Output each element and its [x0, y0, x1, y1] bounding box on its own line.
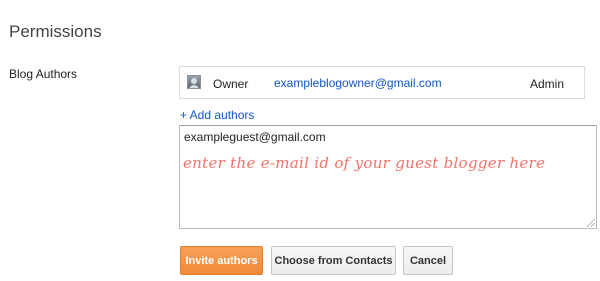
cancel-button[interactable]: Cancel: [403, 246, 453, 275]
author-role: Owner: [213, 77, 249, 91]
invite-email-value: exampleguest@gmail.com: [184, 130, 326, 144]
avatar-icon: [187, 75, 201, 89]
page-title: Permissions: [9, 22, 102, 41]
add-authors-link[interactable]: + Add authors: [180, 108, 254, 122]
authors-table: Owner exampleblogowner@gmail.com Admin: [179, 66, 585, 99]
invite-authors-button[interactable]: Invite authors: [180, 246, 263, 275]
invite-email-textarea[interactable]: exampleguest@gmail.com: [179, 125, 597, 229]
blog-authors-label: Blog Authors: [9, 67, 78, 81]
author-email-link[interactable]: exampleblogowner@gmail.com: [274, 76, 442, 90]
choose-from-contacts-button[interactable]: Choose from Contacts: [271, 246, 396, 275]
author-access-level: Admin: [530, 77, 565, 91]
resize-grip-icon[interactable]: [587, 219, 595, 227]
guest-blogger-annotation: enter the e-mail id of your guest blogge…: [183, 154, 546, 172]
